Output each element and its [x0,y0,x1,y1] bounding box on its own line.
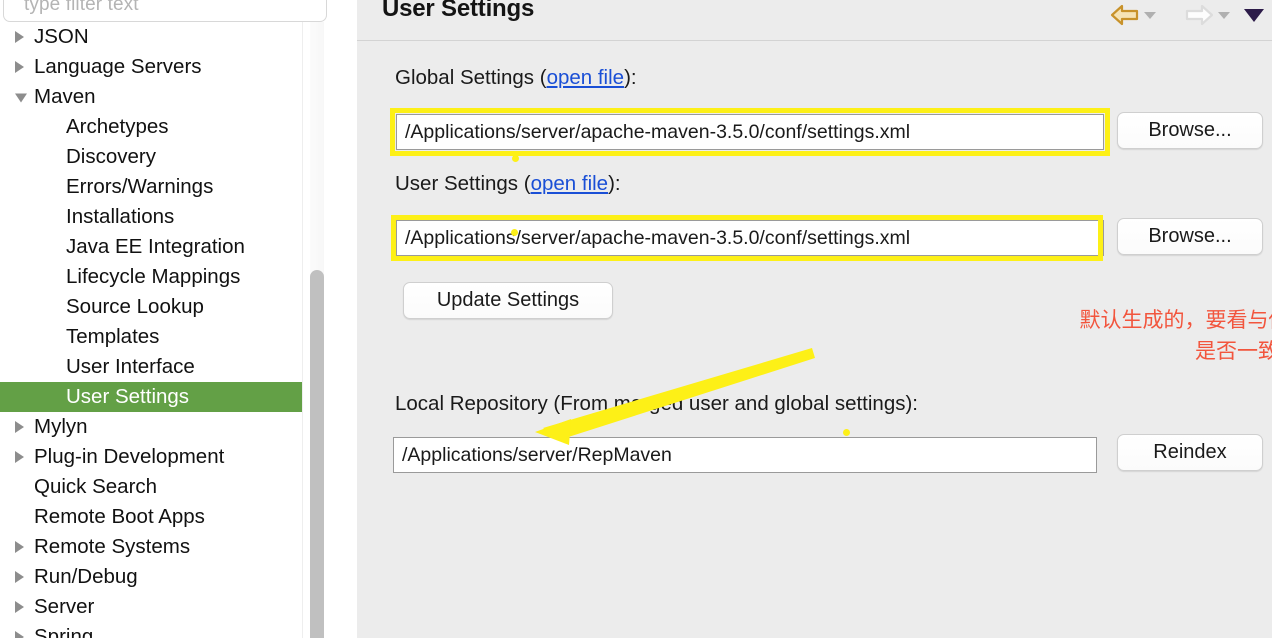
forward-dropdown-chevron-down-icon[interactable] [1218,0,1230,30]
twisty-expanded-icon[interactable] [15,93,27,103]
sidebar-item-templates[interactable]: Templates [0,322,302,352]
user-settings-input[interactable]: /Applications/server/apache-maven-3.5.0/… [396,220,1104,256]
sidebar-item-archetypes[interactable]: Archetypes [0,112,302,142]
sidebar-item-label: Errors/Warnings [66,175,214,198]
annotation-dot [511,229,518,236]
sidebar-item-server[interactable]: Server [0,592,302,622]
sidebar-item-label: User Interface [66,355,195,378]
user-settings-browse-button[interactable]: Browse... [1117,218,1263,255]
reindex-button[interactable]: Reindex [1117,434,1263,471]
sidebar-item-spring[interactable]: Spring [0,622,302,638]
preferences-window: type filter text JSON Language Servers Mav… [0,0,1272,638]
sidebar-item-lifecycle-mappings[interactable]: Lifecycle Mappings [0,262,302,292]
sidebar-item-user-interface[interactable]: User Interface [0,352,302,382]
preferences-sidebar: type filter text JSON Language Servers Mav… [0,0,330,638]
header-divider [357,40,1272,41]
annotation-line-1: 默认生成的，要看与你配置的路径 [1079,308,1272,332]
annotation-dot [512,155,519,162]
sidebar-item-plug-in-development[interactable]: Plug-in Development [0,442,302,472]
back-arrow-icon[interactable] [1110,0,1140,30]
sidebar-item-label: Archetypes [66,115,169,138]
sidebar-item-label: Remote Boot Apps [34,505,205,528]
user-settings-label-suffix: ): [608,172,621,195]
sidebar-scrollbar-thumb[interactable] [310,270,324,638]
user-settings-label-prefix: User Settings ( [395,172,531,195]
local-repository-label: Local Repository (From merged user and g… [395,392,918,415]
sidebar-item-label: Plug-in Development [34,445,225,468]
sidebar-item-label: Maven [34,85,96,108]
sidebar-item-label: Language Servers [34,55,202,78]
sidebar-item-label: Templates [66,325,160,348]
twisty-collapsed-icon[interactable] [15,601,24,613]
sidebar-item-label: Server [34,595,95,618]
local-repository-input[interactable]: /Applications/server/RepMaven [393,437,1097,473]
global-settings-label-prefix: Global Settings ( [395,66,547,89]
global-settings-input[interactable]: /Applications/server/apache-maven-3.5.0/… [396,114,1104,150]
sidebar-item-label: Installations [66,205,175,228]
sidebar-item-maven[interactable]: Maven [0,82,302,112]
sidebar-item-label: Spring [34,625,94,638]
twisty-collapsed-icon[interactable] [15,451,24,463]
sidebar-item-java-ee-integration[interactable]: Java EE Integration [0,232,302,262]
preferences-tree[interactable]: JSON Language Servers Maven Archetypes Disco… [0,22,302,638]
annotation-line-2: 是否一致 [1195,339,1272,363]
sidebar-item-remote-boot-apps[interactable]: Remote Boot Apps [0,502,302,532]
sidebar-item-label: Mylyn [34,415,88,438]
sidebar-item-run-debug[interactable]: Run/Debug [0,562,302,592]
global-settings-label: Global Settings (open file): [395,66,637,90]
sidebar-item-errors-warnings[interactable]: Errors/Warnings [0,172,302,202]
annotation-text: 默认生成的，要看与你配置的路径 是否一致 [1047,305,1272,367]
sidebar-item-label: Source Lookup [66,295,204,318]
sidebar-item-label: Java EE Integration [66,235,245,258]
user-settings-open-file-link[interactable]: open file [531,172,609,195]
sidebar-item-discovery[interactable]: Discovery [0,142,302,172]
twisty-collapsed-icon[interactable] [15,571,24,583]
global-settings-label-suffix: ): [624,66,637,89]
sidebar-item-language-servers[interactable]: Language Servers [0,52,302,82]
annotation-dot [843,429,850,436]
sidebar-scrollbar[interactable] [302,22,330,638]
sidebar-item-json[interactable]: JSON [0,22,302,52]
forward-arrow-icon[interactable] [1184,0,1214,30]
twisty-collapsed-icon[interactable] [15,631,24,638]
twisty-collapsed-icon[interactable] [15,421,24,433]
sidebar-item-installations[interactable]: Installations [0,202,302,232]
sidebar-item-label: User Settings [66,385,190,408]
back-dropdown-chevron-down-icon[interactable] [1144,0,1156,30]
sidebar-item-label: Remote Systems [34,535,191,558]
sidebar-item-label: Lifecycle Mappings [66,265,241,288]
twisty-collapsed-icon[interactable] [15,31,24,43]
filter-input[interactable]: type filter text [3,0,327,22]
sidebar-item-label: JSON [34,25,89,48]
sidebar-item-label: Quick Search [34,475,158,498]
twisty-collapsed-icon[interactable] [15,541,24,553]
twisty-collapsed-icon[interactable] [15,61,24,73]
user-settings-label: User Settings (open file): [395,172,621,196]
sidebar-item-remote-systems[interactable]: Remote Systems [0,532,302,562]
sidebar-item-label: Run/Debug [34,565,138,588]
view-menu-icon[interactable] [1244,0,1264,30]
sidebar-item-source-lookup[interactable]: Source Lookup [0,292,302,322]
global-settings-browse-button[interactable]: Browse... [1117,112,1263,149]
page-title: User Settings [382,0,535,22]
sidebar-item-mylyn[interactable]: Mylyn [0,412,302,442]
user-settings-panel: User Settings Global Settings (open file… [357,0,1272,638]
sidebar-item-user-settings[interactable]: User Settings [0,382,302,412]
sidebar-item-label: Discovery [66,145,156,168]
global-settings-open-file-link[interactable]: open file [547,66,625,89]
update-settings-button[interactable]: Update Settings [403,282,613,319]
sidebar-item-quick-search[interactable]: Quick Search [0,472,302,502]
